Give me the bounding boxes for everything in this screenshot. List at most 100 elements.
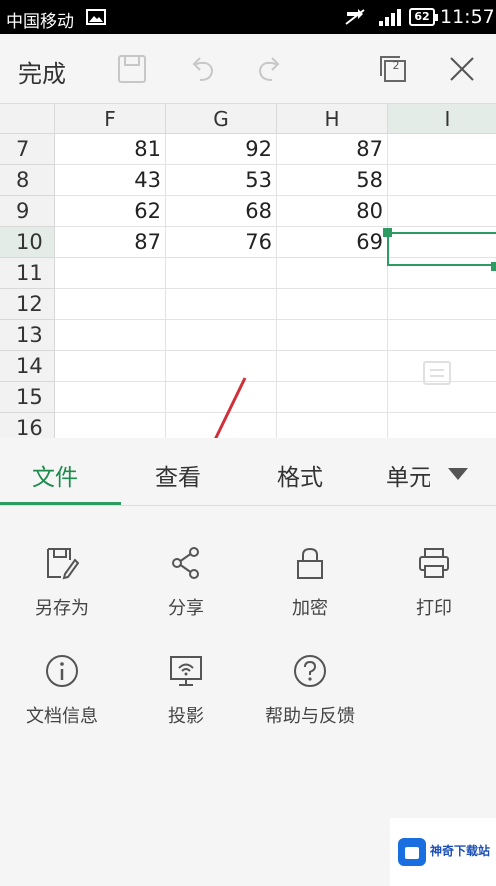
grid-cell[interactable]: [388, 320, 496, 351]
grid-cell[interactable]: [277, 289, 388, 320]
grid-cell[interactable]: [277, 320, 388, 351]
grid-cell[interactable]: [55, 382, 166, 413]
row-header[interactable]: 16: [0, 413, 55, 438]
grid-cell[interactable]: 69: [277, 227, 388, 258]
undo-icon[interactable]: [188, 54, 218, 84]
row-header[interactable]: 9: [0, 196, 55, 227]
grid-cell[interactable]: 62: [55, 196, 166, 227]
menu-item-label: 另存为: [35, 598, 89, 619]
grid-cell[interactable]: [55, 258, 166, 289]
column-header[interactable]: G: [166, 104, 277, 134]
column-header[interactable]: I: [388, 104, 496, 134]
grid-cell[interactable]: 68: [166, 196, 277, 227]
row-header[interactable]: 7: [0, 134, 55, 165]
selected-cell-outline: [387, 232, 496, 266]
grid-corner[interactable]: [0, 104, 55, 134]
tab-file[interactable]: 文件: [32, 458, 78, 492]
ribbon-tabs: 文件 查看 格式 单元: [0, 438, 496, 506]
grid-cell[interactable]: [55, 289, 166, 320]
grid-cell[interactable]: 76: [166, 227, 277, 258]
save-icon[interactable]: [117, 54, 147, 84]
battery-icon: 62: [409, 8, 438, 26]
menu-item-label: 打印: [416, 598, 452, 619]
clock: 11:57: [440, 6, 495, 28]
projection-icon: [170, 656, 202, 686]
column-header[interactable]: H: [277, 104, 388, 134]
grid-cell[interactable]: [388, 134, 496, 165]
grid-cell[interactable]: [166, 382, 277, 413]
row-header[interactable]: 12: [0, 289, 55, 320]
redo-icon[interactable]: [254, 54, 284, 84]
lock-icon: [297, 547, 323, 579]
grid-cell[interactable]: [166, 413, 277, 438]
watermark-text: 神奇下载站: [430, 844, 491, 858]
grid-cell[interactable]: 80: [277, 196, 388, 227]
grid-cell[interactable]: [166, 320, 277, 351]
share-button[interactable]: 分享: [124, 546, 248, 646]
close-icon[interactable]: [447, 54, 477, 84]
grid-cell[interactable]: [166, 351, 277, 382]
toolbar: 完成 2: [0, 34, 496, 104]
grid-cell[interactable]: 81: [55, 134, 166, 165]
row-header[interactable]: 14: [0, 351, 55, 382]
document-info-button[interactable]: 文档信息: [0, 654, 124, 754]
grid-cell[interactable]: 87: [55, 227, 166, 258]
row-header[interactable]: 8: [0, 165, 55, 196]
grid-cell[interactable]: [388, 413, 496, 438]
column-header[interactable]: F: [55, 104, 166, 134]
help-icon: [294, 655, 326, 687]
grid-cell[interactable]: 87: [277, 134, 388, 165]
tab-cell[interactable]: 单元: [386, 458, 430, 492]
grid-cell[interactable]: [388, 196, 496, 227]
grid-cell[interactable]: [277, 351, 388, 382]
signal-icon: [379, 9, 401, 26]
row-header[interactable]: 15: [0, 382, 55, 413]
grid-cell[interactable]: [388, 165, 496, 196]
menu-item-label: 分享: [168, 598, 204, 619]
menu-item-label: 帮助与反馈: [265, 706, 355, 727]
menu-item-label: 加密: [292, 598, 328, 619]
tab-view[interactable]: 查看: [155, 458, 201, 492]
grid-cell[interactable]: [277, 258, 388, 289]
share-icon: [172, 547, 199, 579]
active-tab-indicator: [0, 502, 121, 505]
selection-handle[interactable]: [491, 262, 496, 271]
row-header[interactable]: 13: [0, 320, 55, 351]
grid-cell[interactable]: [55, 320, 166, 351]
sync-disabled-icon: [345, 9, 365, 25]
grid-cell[interactable]: [277, 413, 388, 438]
selection-handle[interactable]: [383, 228, 392, 237]
chevron-down-icon[interactable]: [446, 466, 470, 482]
grid-cell[interactable]: [55, 413, 166, 438]
print-button[interactable]: 打印: [372, 546, 496, 646]
done-button[interactable]: 完成: [18, 54, 66, 89]
grid-cell[interactable]: [55, 351, 166, 382]
save-as-icon: [47, 548, 79, 580]
menu-item-label: 文档信息: [26, 706, 98, 727]
grid-cell[interactable]: [277, 382, 388, 413]
printer-icon: [419, 548, 449, 578]
spreadsheet-grid[interactable]: F G H I 7 81 92 87 8 43 53 58 9 62 68 80 10 87 76 69 11 12 13 1…: [0, 104, 496, 438]
image-notification-icon: [86, 9, 106, 25]
status-bar: 中国移动 62 11:57: [0, 0, 496, 34]
grid-cell[interactable]: 43: [55, 165, 166, 196]
menu-item-label: 投影: [168, 706, 204, 727]
encrypt-button[interactable]: 加密: [248, 546, 372, 646]
window-count: 2: [392, 59, 400, 72]
watermark: 神奇下载站: [390, 818, 496, 886]
tab-format[interactable]: 格式: [277, 458, 323, 492]
help-feedback-button[interactable]: 帮助与反馈: [240, 654, 380, 754]
grid-cell[interactable]: [166, 289, 277, 320]
grid-cell[interactable]: 92: [166, 134, 277, 165]
grid-cell[interactable]: [166, 258, 277, 289]
projection-button[interactable]: 投影: [124, 654, 248, 754]
grid-cell[interactable]: 53: [166, 165, 277, 196]
keyboard-toggle-icon[interactable]: [412, 356, 464, 396]
row-header[interactable]: 10: [0, 227, 55, 258]
save-as-button[interactable]: 另存为: [0, 546, 124, 646]
grid-cell[interactable]: [388, 289, 496, 320]
carrier-name: 中国移动: [6, 12, 74, 32]
grid-cell[interactable]: 58: [277, 165, 388, 196]
site-logo-icon: [398, 838, 426, 866]
row-header[interactable]: 11: [0, 258, 55, 289]
